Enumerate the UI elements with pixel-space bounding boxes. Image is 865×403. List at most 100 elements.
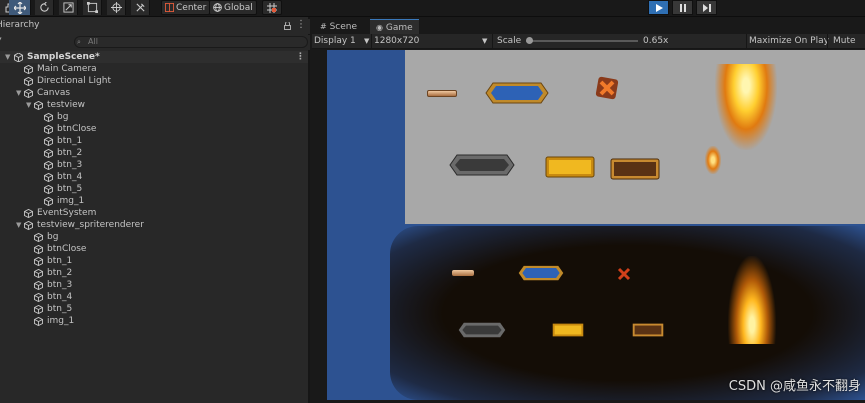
hierarchy-item[interactable]: btn_2 — [0, 147, 308, 159]
scale-icon — [62, 2, 74, 13]
hierarchy-item[interactable]: btn_3 — [0, 159, 308, 171]
expand-arrow-icon[interactable]: ▼ — [16, 219, 21, 231]
hierarchy-tab-label: Hierarchy — [0, 20, 40, 30]
scale-tool-button[interactable] — [59, 0, 78, 15]
hierarchy-item[interactable]: bg — [0, 231, 308, 243]
scale-slider[interactable] — [526, 34, 638, 48]
hierarchy-item-label: btn_5 — [47, 304, 73, 314]
hierarchy-item[interactable]: btn_3 — [0, 279, 308, 291]
create-dropdown-icon[interactable]: ▾ — [0, 35, 2, 43]
hierarchy-item[interactable]: ▼ testview_spriterenderer — [0, 219, 308, 231]
custom-tool-button[interactable] — [131, 0, 150, 15]
expand-arrow-icon[interactable]: ▼ — [26, 99, 31, 111]
hierarchy-item-label: btn_1 — [47, 256, 73, 266]
globe-icon — [213, 3, 222, 12]
hierarchy-item[interactable]: ▼ testview — [0, 99, 308, 111]
pivot-toggle[interactable]: Center — [161, 0, 211, 15]
expand-arrow-icon[interactable]: ▼ — [16, 87, 21, 99]
hierarchy-item[interactable]: Main Camera — [0, 63, 308, 75]
wrench-icon — [135, 3, 145, 12]
hierarchy-item[interactable]: bg — [0, 111, 308, 123]
hierarchy-search-input[interactable]: ⌕ All — [74, 36, 308, 48]
play-icon — [655, 3, 663, 12]
display-dropdown[interactable]: Display 1 ▼ — [314, 34, 374, 48]
divider — [492, 34, 493, 48]
space-toggle[interactable]: Global — [209, 0, 257, 15]
hierarchy-tree: ▼ SampleScene* ⋮ Main Camera Directional … — [0, 51, 308, 327]
gameobject-cube-icon — [34, 244, 43, 255]
resolution-dropdown[interactable]: 1280x720 ▼ — [374, 34, 492, 48]
move-tool-button[interactable] — [9, 0, 31, 15]
search-icon: ⌕ — [77, 38, 81, 46]
gamepad-icon: ◉ — [376, 23, 383, 32]
tab-menu-icon[interactable]: ⋮ — [296, 19, 306, 30]
hierarchy-item-label: btnClose — [57, 124, 97, 134]
btn-1-sprite — [427, 90, 457, 97]
btn-3-sprite — [458, 322, 506, 338]
hierarchy-item[interactable]: btn_5 — [0, 183, 308, 195]
hierarchy-item-label: Canvas — [37, 88, 71, 98]
hierarchy-item[interactable]: btnClose — [0, 243, 308, 255]
gameobject-cube-icon — [34, 268, 43, 279]
hierarchy-item[interactable]: btn_1 — [0, 255, 308, 267]
hierarchy-item[interactable]: img_1 — [0, 315, 308, 327]
hierarchy-item-label: EventSystem — [37, 208, 97, 218]
game-viewport[interactable]: CSDN @咸鱼永不翻身 — [327, 50, 865, 400]
btn-close-sprite — [617, 267, 631, 281]
rect-tool-button[interactable] — [83, 0, 102, 15]
lock-icon[interactable] — [284, 22, 291, 30]
gameobject-cube-icon — [34, 256, 43, 267]
pause-button[interactable] — [672, 0, 693, 15]
scene-menu-icon[interactable]: ⋮ — [296, 51, 305, 63]
gameobject-cube-icon — [44, 136, 53, 147]
hierarchy-item[interactable]: btn_5 — [0, 303, 308, 315]
hierarchy-item-label: btn_5 — [57, 184, 83, 194]
gameobject-cube-icon — [44, 196, 53, 207]
hierarchy-item[interactable]: btn_4 — [0, 171, 308, 183]
hierarchy-item-label: btn_4 — [47, 292, 73, 302]
unity-scene-icon — [14, 53, 23, 62]
hierarchy-item[interactable]: ▼ Canvas — [0, 87, 308, 99]
main-toolbar: Center Global — [0, 0, 865, 17]
scene-row[interactable]: ▼ SampleScene* ⋮ — [0, 51, 308, 63]
canvas-testview-bg — [405, 50, 865, 224]
rotate-tool-button[interactable] — [35, 0, 54, 15]
hierarchy-item[interactable]: btn_2 — [0, 267, 308, 279]
space-label: Global — [224, 2, 253, 13]
game-view-toolbar: Display 1 ▼ 1280x720 ▼ Scale 0.65x Maxim… — [312, 34, 865, 49]
hierarchy-item-label: Directional Light — [37, 76, 111, 86]
hierarchy-item-label: testview_spriterenderer — [37, 220, 144, 230]
hierarchy-item[interactable]: btn_4 — [0, 291, 308, 303]
hierarchy-item-label: bg — [57, 112, 69, 122]
hierarchy-item[interactable]: EventSystem — [0, 207, 308, 219]
chevron-down-icon: ▼ — [364, 37, 370, 45]
expand-arrow-icon[interactable]: ▼ — [5, 51, 10, 63]
pivot-icon — [165, 3, 174, 12]
chevron-down-icon: ▼ — [482, 37, 488, 45]
hierarchy-tab[interactable]: Hierarchy ⋮ — [0, 19, 310, 34]
hierarchy-item-label: btn_4 — [57, 172, 83, 182]
tab-scene-label: Scene — [329, 22, 358, 32]
maximize-on-play-toggle[interactable]: Maximize On Play — [749, 34, 829, 48]
transform-tool-button[interactable] — [107, 0, 126, 15]
hierarchy-item[interactable]: btnClose — [0, 123, 308, 135]
hierarchy-item[interactable]: Directional Light — [0, 75, 308, 87]
display-label: Display 1 — [314, 36, 356, 46]
hierarchy-item[interactable]: btn_1 — [0, 135, 308, 147]
hierarchy-item[interactable]: img_1 — [0, 195, 308, 207]
fire-ember-sprite — [705, 146, 721, 174]
game-view-panel: # Scene ◉ Game Display 1 ▼ 1280x720 ▼ Sc… — [312, 17, 865, 403]
gameobject-cube-icon — [24, 76, 33, 87]
gameobject-cube-icon — [44, 148, 53, 159]
slider-thumb[interactable] — [526, 37, 533, 44]
play-button[interactable] — [648, 0, 669, 15]
tab-game[interactable]: ◉ Game — [370, 19, 419, 34]
scale-value: 0.65x — [643, 36, 669, 46]
tab-scene[interactable]: # Scene — [314, 19, 363, 34]
gameobject-cube-icon — [44, 184, 53, 195]
snap-grid-button[interactable] — [262, 0, 282, 15]
mute-audio-toggle[interactable]: Mute Au — [833, 34, 865, 48]
step-button[interactable] — [696, 0, 717, 15]
scene-name: SampleScene* — [27, 52, 100, 62]
btn-2-sprite — [485, 82, 549, 104]
